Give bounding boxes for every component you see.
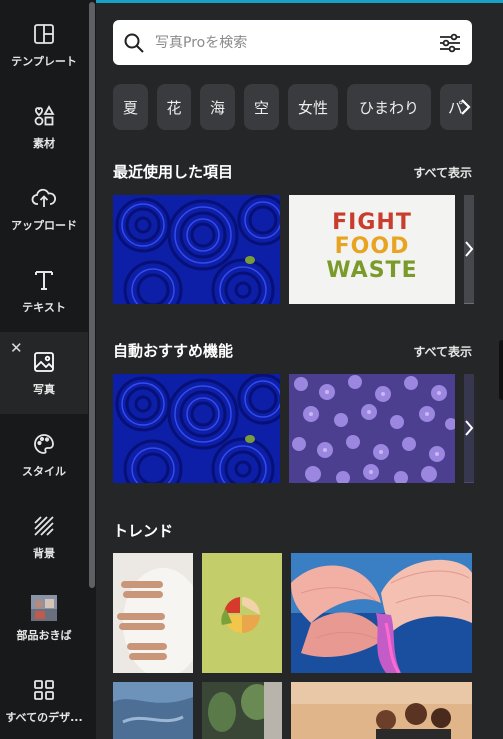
see-all-recent-link[interactable]: すべて表示 — [413, 164, 472, 181]
photo-coral-mushroom[interactable] — [291, 553, 472, 673]
parts-thumbnail-icon — [31, 595, 57, 621]
background-pattern-icon — [31, 513, 57, 539]
photo-purple-flowers[interactable] — [289, 374, 455, 483]
rail-item-all-designs[interactable]: すべてのデザ... — [0, 660, 88, 739]
cloud-upload-icon — [31, 185, 57, 211]
chip-summer[interactable]: 夏 — [113, 84, 148, 130]
rail-item-label: すべてのデザ... — [5, 711, 83, 724]
photo-plants[interactable] — [202, 682, 282, 739]
chip-sunflower[interactable]: ひまわり — [347, 84, 431, 130]
carousel-next-auto[interactable] — [461, 374, 477, 482]
search-box — [113, 20, 472, 65]
top-accent-line — [96, 0, 503, 3]
section-title-recent: 最近使用した項目 — [113, 163, 234, 181]
photo-denim[interactable] — [113, 682, 193, 739]
image-text-line: FIGHT — [332, 210, 412, 235]
rail-item-text[interactable]: テキスト — [0, 250, 88, 332]
image-text-line: FOOD — [334, 234, 410, 259]
shapes-icon — [31, 103, 57, 129]
rail-item-templates[interactable]: テンプレート — [0, 4, 88, 86]
chip-woman[interactable]: 女性 — [288, 84, 338, 130]
text-icon — [31, 267, 57, 293]
photo-citrus-slices[interactable] — [202, 553, 282, 673]
image-icon — [31, 349, 57, 375]
keyword-chips: 夏 花 海 空 女性 ひまわり パ — [113, 84, 472, 130]
chip-sea[interactable]: 海 — [200, 84, 235, 130]
template-icon — [31, 21, 57, 47]
grid-icon — [31, 677, 57, 703]
palette-icon — [31, 431, 57, 457]
close-panel-icon[interactable]: ✕ — [10, 339, 23, 357]
rail-scrollbar[interactable] — [88, 0, 96, 739]
rail-item-label: 素材 — [33, 137, 55, 150]
image-text-line: WASTE — [326, 258, 418, 283]
rail-item-label: スタイル — [22, 465, 66, 478]
filter-sliders-icon[interactable] — [428, 32, 472, 54]
side-rail: テンプレート 素材 アップロード テキスト 写真 ✕ スタイル 背景 部品おきば… — [0, 0, 88, 739]
rail-item-label: テキスト — [22, 301, 66, 314]
panel-resize-handle[interactable] — [499, 340, 503, 400]
section-title-trend: トレンド — [113, 522, 174, 540]
photo-pregnant-hands[interactable] — [113, 553, 193, 673]
rail-item-label: 写真 — [33, 383, 55, 396]
rail-item-label: 部品おきば — [16, 629, 72, 642]
chevron-right-icon[interactable] — [454, 94, 476, 120]
chip-sky[interactable]: 空 — [244, 84, 279, 130]
rail-item-elements[interactable]: 素材 — [0, 86, 88, 168]
rail-item-label: テンプレート — [11, 55, 77, 68]
search-icon — [113, 32, 155, 54]
section-title-auto: 自動おすすめ機能 — [113, 342, 234, 360]
scrollbar-thumb[interactable] — [89, 2, 95, 588]
see-all-auto-link[interactable]: すべて表示 — [413, 343, 472, 360]
chip-flower[interactable]: 花 — [157, 84, 191, 130]
rail-item-uploads[interactable]: アップロード — [0, 168, 88, 250]
rail-item-label: アップロード — [11, 219, 77, 232]
rail-item-parts[interactable]: 部品おきば — [0, 578, 88, 660]
photo-blue-roses[interactable] — [113, 374, 280, 483]
photo-blue-roses[interactable] — [113, 195, 280, 304]
rail-item-styles[interactable]: スタイル — [0, 414, 88, 496]
carousel-next-recent[interactable] — [461, 195, 477, 303]
photo-fight-food-waste[interactable]: FIGHT FOOD WASTE — [289, 195, 455, 304]
photo-people-beach[interactable] — [291, 682, 472, 739]
rail-item-background[interactable]: 背景 — [0, 496, 88, 578]
rail-item-label: 背景 — [33, 547, 55, 560]
search-input[interactable] — [155, 34, 428, 51]
